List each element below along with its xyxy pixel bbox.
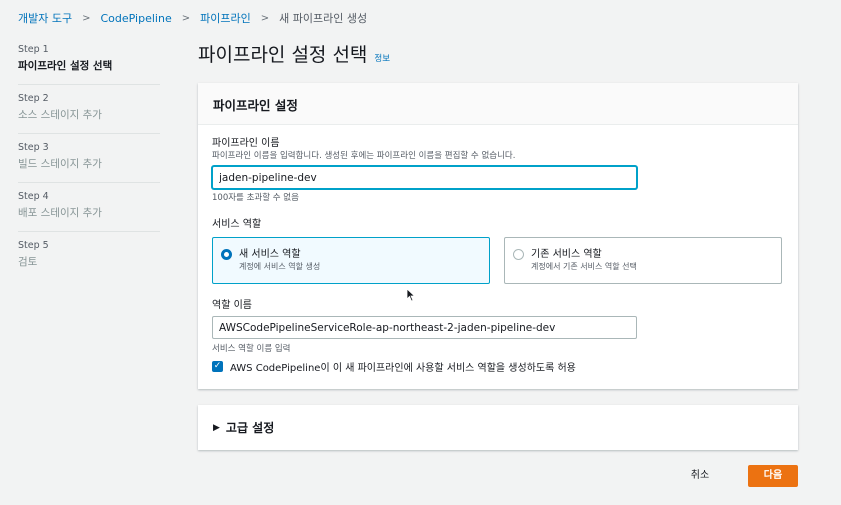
- pipeline-name-constraint: 100자를 초과할 수 없음: [212, 193, 299, 203]
- pipeline-name-input[interactable]: [212, 166, 637, 189]
- allow-create-role-row[interactable]: ✓ AWS CodePipeline이 이 새 파이프라인에 사용할 서비스 역…: [212, 359, 784, 374]
- chevron-right-icon: >: [260, 12, 270, 24]
- role-name-label: 역할 이름: [212, 300, 252, 311]
- breadcrumb-pipelines[interactable]: 파이프라인: [200, 10, 251, 26]
- new-service-role-tile[interactable]: 새 서비스 역할 계정에 서비스 역할 생성: [212, 237, 490, 284]
- step-4: Step 4 배포 스테이지 추가: [18, 191, 160, 232]
- tile-title: 새 서비스 역할: [239, 249, 301, 260]
- step-1: Step 1 파이프라인 설정 선택: [18, 44, 160, 85]
- step-label: 파이프라인 설정 선택: [18, 60, 113, 72]
- mouse-cursor-icon: [406, 288, 416, 302]
- step-number: Step 1: [18, 44, 49, 55]
- advanced-settings-expander[interactable]: ▶ 고급 설정: [198, 405, 798, 450]
- next-button[interactable]: 다음: [748, 465, 798, 487]
- radio-unselected-icon[interactable]: [513, 249, 524, 260]
- caret-right-icon: ▶: [213, 422, 220, 433]
- step-label: 검토: [18, 256, 38, 268]
- pipeline-name-label: 파이프라인 이름: [212, 138, 280, 149]
- role-name-description: 서비스 역할 이름 입력: [212, 344, 291, 354]
- page-title-text: 파이프라인 설정 선택: [198, 44, 368, 66]
- role-name-input[interactable]: [212, 316, 637, 339]
- chevron-right-icon: >: [82, 12, 91, 24]
- panel-header: 파이프라인 설정: [198, 83, 798, 125]
- breadcrumb-codepipeline[interactable]: CodePipeline: [101, 12, 172, 25]
- existing-service-role-tile[interactable]: 기존 서비스 역할 계정에서 기존 서비스 역할 선택: [504, 237, 782, 284]
- step-number: Step 5: [18, 240, 49, 251]
- pipeline-settings-panel: 파이프라인 설정 파이프라인 이름 파이프라인 이름을 입력합니다. 생성된 후…: [198, 83, 798, 389]
- pipeline-name-description: 파이프라인 이름을 입력합니다. 생성된 후에는 파이프라인 이름을 편집할 수…: [212, 151, 516, 161]
- step-3: Step 3 빌드 스테이지 추가: [18, 142, 160, 183]
- breadcrumb-current: 새 파이프라인 생성: [279, 12, 368, 25]
- service-role-label: 서비스 역할: [212, 219, 262, 230]
- chevron-right-icon: >: [181, 12, 191, 24]
- radio-selected-icon[interactable]: [221, 249, 232, 260]
- wizard-steps: Step 1 파이프라인 설정 선택 Step 2 소스 스테이지 추가 Ste…: [18, 44, 160, 288]
- breadcrumb: 개발자 도구 > CodePipeline > 파이프라인 > 새 파이프라인 …: [18, 10, 367, 26]
- service-role-tiles: 새 서비스 역할 계정에 서비스 역할 생성 기존 서비스 역할 계정에서 기존…: [212, 237, 784, 284]
- cancel-button[interactable]: 취소: [676, 466, 724, 486]
- step-number: Step 3: [18, 142, 49, 153]
- allow-create-role-label: AWS CodePipeline이 이 새 파이프라인에 사용할 서비스 역할을…: [230, 363, 576, 374]
- step-5: Step 5 검토: [18, 240, 160, 280]
- panel-body: 파이프라인 이름 파이프라인 이름을 입력합니다. 생성된 후에는 파이프라인 …: [198, 125, 798, 386]
- advanced-settings-label: 고급 설정: [225, 421, 275, 435]
- step-label: 소스 스테이지 추가: [18, 109, 102, 121]
- step-label: 빌드 스테이지 추가: [18, 158, 102, 170]
- checkbox-checked-icon[interactable]: ✓: [212, 361, 223, 372]
- tile-description: 계정에 서비스 역할 생성: [239, 262, 321, 271]
- step-number: Step 4: [18, 191, 49, 202]
- info-link[interactable]: 정보: [374, 46, 390, 72]
- step-2: Step 2 소스 스테이지 추가: [18, 93, 160, 134]
- step-number: Step 2: [18, 93, 49, 104]
- page-title: 파이프라인 설정 선택 정보: [198, 42, 390, 72]
- step-label: 배포 스테이지 추가: [18, 207, 102, 219]
- breadcrumb-developer-tools[interactable]: 개발자 도구: [18, 10, 72, 26]
- tile-title: 기존 서비스 역할: [531, 249, 602, 260]
- tile-description: 계정에서 기존 서비스 역할 선택: [531, 262, 637, 271]
